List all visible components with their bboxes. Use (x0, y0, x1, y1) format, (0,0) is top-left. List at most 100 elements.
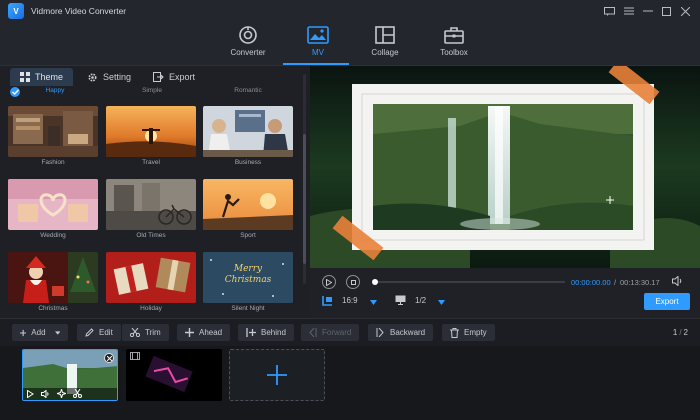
theme-name: Travel (142, 159, 160, 166)
film-icon (130, 352, 140, 362)
tab-setting[interactable]: Setting (77, 68, 141, 86)
theme-thumbnail (106, 106, 196, 157)
volume-icon[interactable] (41, 389, 50, 398)
theme-travel[interactable]: Travel (106, 106, 196, 172)
theme-name: Christmas (38, 305, 68, 312)
page-current: 1 (672, 328, 678, 337)
empty-button[interactable]: Empty (442, 324, 495, 341)
gear-icon (88, 72, 97, 82)
play-icon[interactable] (27, 389, 34, 398)
page-dropdown-icon[interactable] (438, 298, 445, 307)
theme-thumbnail: Merry Christmas (203, 252, 293, 303)
close-icon[interactable] (677, 3, 694, 19)
theme-name: Old Times (136, 232, 166, 239)
tab-mv[interactable]: MV (283, 25, 353, 65)
title-bar: V Vidmore Video Converter (0, 0, 700, 22)
add-button[interactable]: Add (12, 324, 68, 341)
theme-old-times[interactable]: Old Times (106, 179, 196, 245)
theme-business[interactable]: Business (203, 106, 293, 172)
theme-label-romantic[interactable]: Romantic (203, 87, 293, 94)
aspect-ratio-value[interactable]: 16:9 (342, 296, 358, 305)
page-counter: 1/2 (673, 328, 688, 337)
add-clip-button[interactable] (229, 349, 325, 401)
tab-collage[interactable]: Collage (350, 25, 420, 65)
main-nav: Converter MV Collage Toolbox (0, 22, 700, 66)
theme-label-happy[interactable]: Happy (10, 87, 100, 94)
edit-button[interactable]: Edit (77, 324, 121, 341)
forward-button[interactable]: Forward (301, 324, 360, 341)
page-value[interactable]: 1/2 (415, 296, 426, 305)
clip-second[interactable] (126, 349, 222, 401)
add-label: Add (31, 328, 46, 337)
minimize-icon[interactable] (639, 3, 656, 19)
trim-button[interactable]: Trim (122, 324, 169, 341)
active-tab-indicator (283, 63, 349, 65)
chat-icon[interactable] (601, 3, 618, 19)
theme-name: Fashion (41, 159, 65, 166)
ahead-icon (185, 328, 194, 337)
tab-converter-label: Converter (230, 48, 266, 57)
forward-label: Forward (322, 328, 352, 337)
tab-export[interactable]: Export (143, 68, 205, 86)
silent-night-overlay-text: Merry Christmas (224, 264, 272, 285)
tab-theme-label: Theme (35, 72, 64, 82)
theme-silent-night[interactable]: Merry Christmas Silent Night (203, 252, 293, 316)
chevron-down-icon (54, 330, 60, 335)
maximize-icon[interactable] (658, 3, 675, 19)
tab-theme[interactable]: Theme (10, 68, 74, 86)
volume-icon[interactable] (672, 275, 683, 288)
trash-icon (450, 327, 459, 338)
ratio-dropdown-icon[interactable] (370, 298, 377, 307)
theme-holiday[interactable]: Holiday (106, 252, 196, 316)
tab-converter[interactable]: Converter (213, 25, 283, 65)
progress-track[interactable] (375, 281, 565, 283)
theme-name: Silent Night (231, 305, 265, 312)
theme-name: Sport (240, 232, 256, 239)
current-time: 00:00:00.00 (571, 278, 611, 287)
theme-name: Wedding (40, 232, 66, 239)
play-button[interactable] (322, 275, 336, 289)
edit-label: Edit (99, 328, 113, 337)
player-controls (310, 268, 700, 318)
collage-icon (374, 25, 396, 45)
theme-scrollbar[interactable] (303, 74, 306, 284)
theme-grid: Happy Simple Romantic Fashion Travel Bus… (0, 86, 302, 316)
tab-collage-label: Collage (371, 48, 399, 57)
plus-icon (267, 365, 287, 385)
tab-export-label: Export (169, 72, 196, 82)
clip-waterfall[interactable] (22, 349, 118, 401)
page-sep: / (679, 328, 682, 337)
behind-button[interactable]: Behind (238, 324, 294, 341)
theme-thumbnail (8, 252, 98, 303)
theme-panel: Theme Setting Export Happy Simple Romant… (0, 66, 310, 318)
theme-thumbnail (106, 179, 196, 230)
ahead-button[interactable]: Ahead (177, 324, 231, 341)
total-time: 00:13:30.17 (620, 278, 660, 287)
theme-fashion[interactable]: Fashion (8, 106, 98, 172)
sub-tabs: Theme Setting Export (0, 66, 310, 88)
theme-sport[interactable]: Sport (203, 179, 293, 245)
export-button[interactable]: Export (644, 293, 690, 310)
theme-christmas[interactable]: Christmas (8, 252, 98, 316)
progress-knob[interactable] (372, 279, 378, 285)
ahead-label: Ahead (199, 328, 223, 337)
tab-mv-label: MV (312, 48, 324, 57)
theme-label-simple[interactable]: Simple (107, 87, 197, 94)
scissors-icon[interactable] (73, 389, 82, 398)
backward-icon (376, 328, 384, 337)
backward-button[interactable]: Backward (368, 324, 434, 341)
trim-label: Trim (145, 328, 161, 337)
scrollbar-thumb[interactable] (303, 134, 306, 264)
tab-toolbox-label: Toolbox (440, 48, 468, 57)
converter-icon (237, 25, 259, 45)
tab-toolbox[interactable]: Toolbox (419, 25, 489, 65)
remove-clip-icon[interactable] (104, 353, 114, 363)
effects-icon[interactable] (57, 389, 66, 398)
aspect-ratio-icon (322, 295, 333, 308)
stop-button[interactable] (346, 275, 360, 289)
tab-setting-label: Setting (103, 72, 132, 82)
backward-label: Backward (390, 328, 426, 337)
menu-icon[interactable] (620, 3, 637, 19)
empty-label: Empty (464, 328, 487, 337)
theme-wedding[interactable]: Wedding (8, 179, 98, 245)
